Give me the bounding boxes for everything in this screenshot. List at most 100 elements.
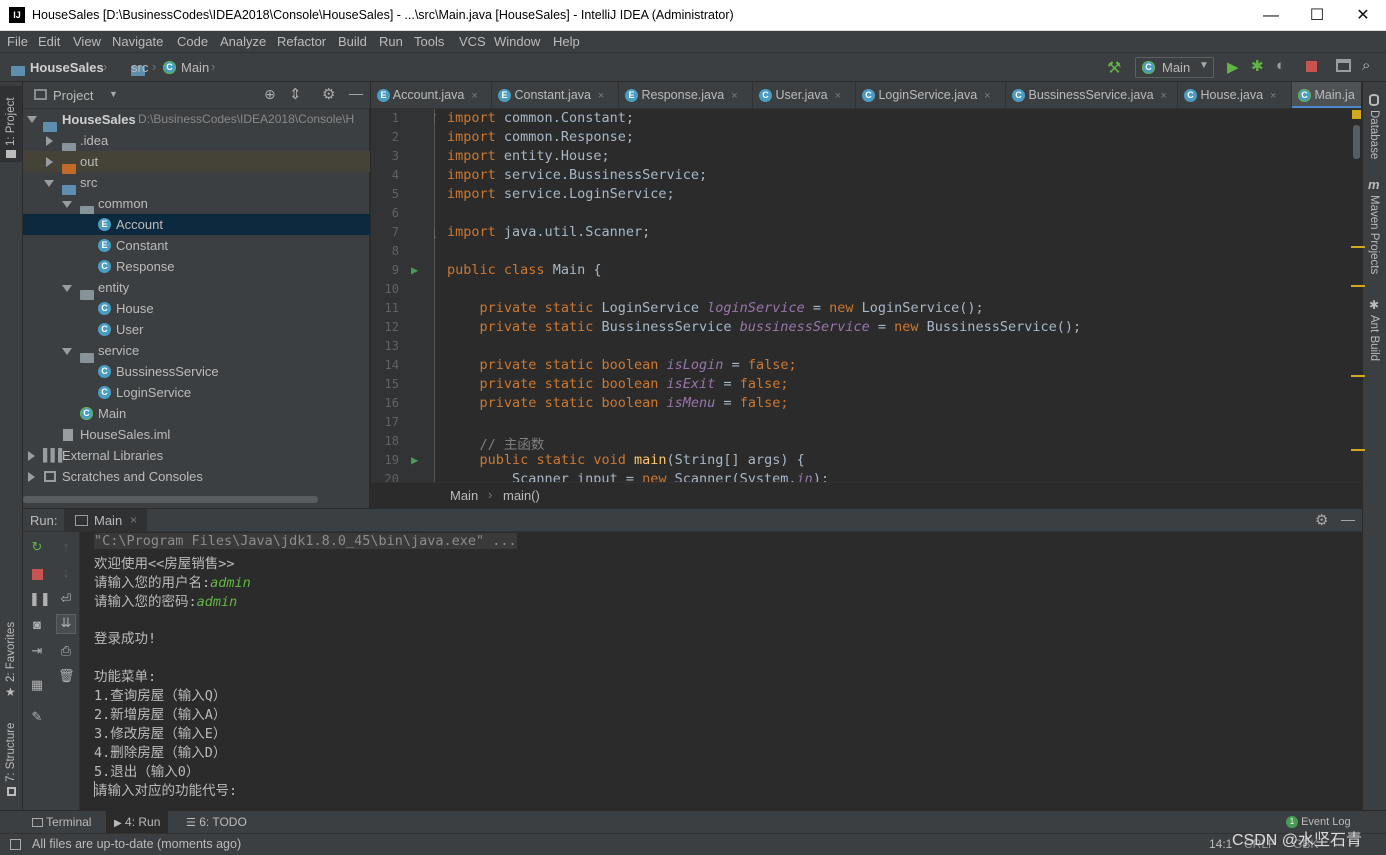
- tree-item-src[interactable]: src: [23, 172, 370, 195]
- expand-arrow-icon[interactable]: [62, 348, 72, 355]
- expand-arrow-icon[interactable]: [28, 472, 35, 482]
- tree-item-project-root[interactable]: HouseSales D:\BusinessCodes\IDEA2018\Con…: [23, 109, 370, 132]
- scroll-from-source-icon[interactable]: ⊕: [264, 86, 276, 103]
- menu-tools[interactable]: Tools: [414, 34, 444, 49]
- run-gutter-icon[interactable]: ▶: [411, 453, 418, 467]
- code-editor[interactable]: import common.Constant; import common.Re…: [436, 109, 1351, 482]
- stop-icon[interactable]: [32, 569, 43, 580]
- menu-help[interactable]: Help: [553, 34, 580, 49]
- arrow-down-icon[interactable]: ↓: [58, 565, 74, 581]
- pin-icon[interactable]: ✎: [29, 709, 45, 725]
- arrow-up-icon[interactable]: ↑: [58, 539, 74, 555]
- search-icon[interactable]: ⌕: [1362, 57, 1370, 74]
- trash-icon[interactable]: 🗑: [58, 668, 75, 684]
- tab-house[interactable]: C House.java ×: [1178, 82, 1292, 108]
- project-structure-icon[interactable]: [1336, 59, 1351, 72]
- status-toggle-icon[interactable]: [10, 839, 21, 850]
- debug-icon[interactable]: ✱: [1251, 57, 1264, 75]
- tree-item-scratches[interactable]: Scratches and Consoles: [23, 466, 370, 487]
- tree-item-idea[interactable]: .idea: [23, 130, 370, 153]
- expand-arrow-icon[interactable]: [62, 285, 72, 292]
- todo-tool-button[interactable]: ☰ 6: TODO: [182, 811, 251, 834]
- expand-arrow-icon[interactable]: [62, 201, 72, 208]
- tab-bussinessservice[interactable]: C BussinessService.java ×: [1006, 82, 1178, 108]
- tab-response[interactable]: E Response.java ×: [619, 82, 753, 108]
- breadcrumb-project[interactable]: HouseSales: [30, 60, 104, 75]
- tree-item-external-libraries[interactable]: ▌▌▌ External Libraries: [23, 445, 370, 466]
- camera-icon[interactable]: ◙: [29, 617, 45, 633]
- menu-code[interactable]: Code: [177, 34, 208, 49]
- close-tab-icon[interactable]: ×: [835, 90, 841, 102]
- close-tab-icon[interactable]: ×: [598, 90, 604, 102]
- project-tool-button[interactable]: 1: Project: [0, 86, 22, 162]
- close-tab-icon[interactable]: ×: [130, 513, 137, 527]
- scroll-thumb[interactable]: [1353, 125, 1360, 159]
- tab-loginservice[interactable]: C LoginService.java ×: [856, 82, 1006, 108]
- collapse-all-icon[interactable]: ⇕: [289, 85, 302, 103]
- hide-panel-icon[interactable]: —: [349, 85, 363, 101]
- hide-panel-icon[interactable]: —: [1341, 511, 1355, 527]
- expand-arrow-icon[interactable]: [28, 451, 35, 461]
- menu-edit[interactable]: Edit: [38, 34, 60, 49]
- caret-position[interactable]: 14:1: [1209, 837, 1232, 851]
- scroll-to-end-icon[interactable]: ⇊: [56, 614, 76, 634]
- project-panel-title[interactable]: Project: [53, 88, 93, 103]
- structure-tool-button[interactable]: 7: Structure: [0, 714, 22, 802]
- database-tool-button[interactable]: Database: [1363, 92, 1386, 172]
- chevron-down-icon[interactable]: ▼: [109, 89, 118, 99]
- close-tab-icon[interactable]: ×: [1270, 90, 1276, 102]
- horizontal-scrollbar[interactable]: [23, 496, 318, 503]
- menu-analyze[interactable]: Analyze: [220, 34, 266, 49]
- tree-item-out[interactable]: out: [23, 151, 370, 174]
- close-tab-icon[interactable]: ×: [1161, 90, 1167, 102]
- gear-icon[interactable]: ⚙: [1315, 511, 1328, 529]
- tree-item-main[interactable]: C Main: [23, 403, 370, 424]
- breadcrumb-main[interactable]: Main: [181, 60, 209, 75]
- build-hammer-icon[interactable]: ⚒: [1107, 58, 1121, 78]
- breadcrumb-class[interactable]: Main: [450, 488, 478, 503]
- tab-user[interactable]: C User.java ×: [753, 82, 856, 108]
- tree-item-loginservice[interactable]: C LoginService: [23, 382, 370, 403]
- tree-item-user[interactable]: C User: [23, 319, 370, 340]
- menu-view[interactable]: View: [73, 34, 101, 49]
- exit-icon[interactable]: ⇥: [29, 643, 45, 659]
- terminal-tool-button[interactable]: Terminal: [28, 811, 95, 834]
- expand-arrow-icon[interactable]: [27, 116, 37, 123]
- pause-icon[interactable]: ❚❚: [29, 591, 51, 607]
- tree-item-constant[interactable]: E Constant: [23, 235, 370, 256]
- expand-arrow-icon[interactable]: [44, 180, 54, 187]
- close-tab-icon[interactable]: ×: [731, 90, 737, 102]
- tab-constant[interactable]: E Constant.java ×: [492, 82, 619, 108]
- run-icon[interactable]: ▶: [1227, 58, 1239, 76]
- tree-item-account[interactable]: E Account: [23, 214, 370, 235]
- favorites-tool-button[interactable]: 2: Favorites ★: [0, 617, 22, 702]
- tab-main[interactable]: C Main.ja: [1292, 82, 1361, 108]
- tree-item-bussinessservice[interactable]: C BussinessService: [23, 361, 370, 382]
- run-tool-button[interactable]: ▶ 4: Run: [106, 811, 169, 834]
- tree-item-entity[interactable]: entity: [23, 277, 370, 300]
- run-config-dropdown[interactable]: C Main ▼: [1135, 57, 1214, 78]
- menu-navigate[interactable]: Navigate: [112, 34, 163, 49]
- console-output[interactable]: "C:\Program Files\Java\jdk1.8.0_45\bin\j…: [81, 532, 1362, 810]
- run-tab-main[interactable]: Main ×: [64, 509, 147, 532]
- menu-file[interactable]: File: [7, 34, 28, 49]
- tab-account[interactable]: E Account.java ×: [371, 82, 492, 108]
- expand-arrow-icon[interactable]: [46, 136, 53, 146]
- close-tab-icon[interactable]: ×: [984, 90, 990, 102]
- print-icon[interactable]: ⎙: [58, 643, 74, 659]
- layout-icon[interactable]: ▦: [29, 677, 45, 693]
- warning-indicator-icon[interactable]: [1352, 110, 1361, 119]
- tree-item-iml[interactable]: HouseSales.iml: [23, 424, 370, 445]
- ant-tool-button[interactable]: ✱ Ant Build: [1363, 297, 1386, 372]
- tree-item-response[interactable]: C Response: [23, 256, 370, 277]
- tree-item-service[interactable]: service: [23, 340, 370, 363]
- soft-wrap-icon[interactable]: ⏎: [58, 591, 74, 607]
- tree-item-house[interactable]: C House: [23, 298, 370, 319]
- menu-vcs[interactable]: VCS: [459, 34, 486, 49]
- maven-tool-button[interactable]: m Maven Projects: [1363, 177, 1386, 287]
- close-window-button[interactable]: ✕: [1340, 0, 1386, 31]
- breadcrumb-method[interactable]: main(): [503, 488, 540, 503]
- expand-arrow-icon[interactable]: [46, 157, 53, 167]
- menu-run[interactable]: Run: [379, 34, 403, 49]
- close-tab-icon[interactable]: ×: [471, 90, 477, 102]
